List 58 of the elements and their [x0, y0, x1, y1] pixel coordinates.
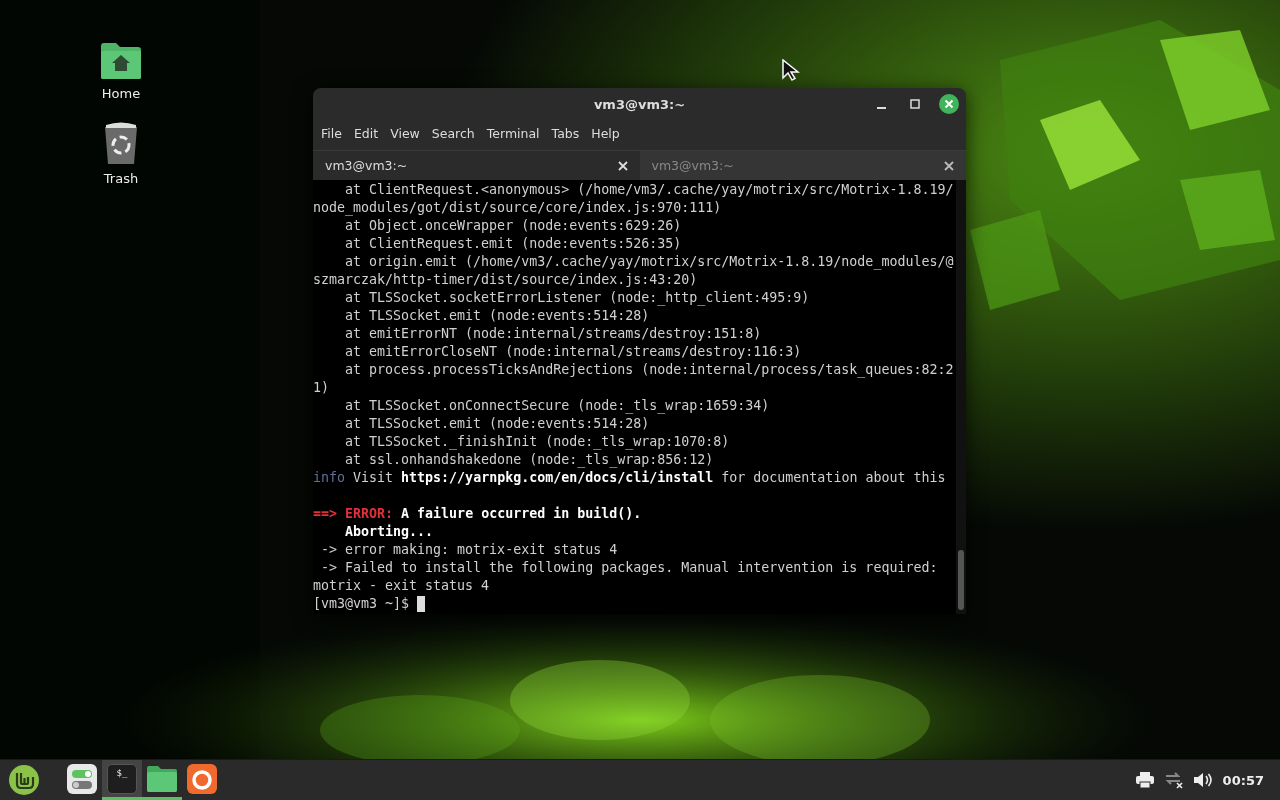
printer-icon[interactable] [1135, 772, 1154, 788]
terminal-line: at emitErrorCloseNT (node:internal/streams/destroy:116:3) [344, 343, 803, 361]
window-title: vm3@vm3:~ [593, 96, 686, 112]
browser-icon [187, 763, 217, 794]
toggle-switches-icon [67, 763, 97, 794]
terminal-line: at process.processTicksAndRejections (node:internal/process/task_queues:82:2 [344, 361, 955, 379]
terminal-line: at Object.onceWrapper (node:events:629:26) [344, 217, 683, 235]
terminal-tab[interactable]: vm3@vm3:~ [313, 150, 640, 180]
shell-prompt: [vm3@vm3 ~]$ [313, 595, 411, 613]
desktop-icon-label: Trash [103, 171, 139, 186]
logo-icon [8, 764, 40, 796]
terminal-line: 1) [313, 379, 330, 397]
terminal-line: -> error making: motrix-exit status 4 [320, 541, 619, 559]
terminal-line: at TLSSocket.onConnectSecure (node:_tls_wrap:1659:34) [344, 397, 771, 415]
terminal-line: at ClientRequest.emit (node:events:526:35) [344, 235, 683, 253]
tab-label: vm3@vm3:~ [325, 158, 408, 173]
terminal-line: ==> ERROR: A failure occurred in build(). [313, 505, 643, 523]
terminal-line: at ssl.onhandshakedone (node:_tls_wrap:856:12) [344, 451, 715, 469]
scrollbar[interactable] [956, 180, 966, 614]
terminal-line: -> Failed to install the following packages. Manual intervention is required: [320, 559, 939, 577]
close-icon [942, 158, 956, 173]
tab-close-button[interactable] [615, 158, 630, 173]
terminal-line: at TLSSocket.emit (node:events:514:28) [344, 415, 651, 433]
volume-icon[interactable] [1193, 772, 1212, 788]
taskbar-app-button[interactable]: $_ [102, 760, 142, 800]
terminal-tab[interactable]: vm3@vm3:~ [639, 150, 966, 180]
terminal-line: szmarczak/http-timer/dist/source/index.js:43:20) [313, 271, 699, 289]
terminal-line: at emitErrorNT (node:internal/streams/destroy:151:8) [344, 325, 763, 343]
menu-item[interactable]: Edit [347, 123, 385, 143]
terminal-line: at origin.emit (/home/vm3/.cache/yay/motrix/src/Motrix-1.8.19/node_modules/@ [344, 253, 955, 271]
menu-item[interactable]: View [384, 123, 426, 143]
menu-item[interactable]: File [315, 123, 348, 143]
tab-close-button[interactable] [942, 158, 956, 173]
mouse-pointer-icon [782, 59, 800, 81]
terminal-line: at TLSSocket._finishInit (node:_tls_wrap:1070:8) [344, 433, 731, 451]
desktop-icon-label: Home [101, 86, 141, 101]
tab-label: vm3@vm3:~ [651, 158, 734, 173]
terminal-line: at TLSSocket.emit (node:events:514:28) [344, 307, 651, 325]
clock[interactable]: 00:57 [1216, 772, 1274, 788]
home-folder-icon[interactable] [100, 42, 142, 80]
terminal-icon: $_ [107, 763, 137, 794]
menu-item[interactable]: Search [425, 123, 481, 143]
folder-icon [147, 765, 177, 792]
network-disconnected-icon[interactable] [1163, 771, 1184, 789]
close-icon [615, 158, 630, 173]
minimize-icon [876, 106, 886, 109]
menu-item[interactable]: Terminal [480, 123, 546, 143]
menu-item[interactable]: Tabs [545, 123, 586, 143]
text-cursor [417, 596, 426, 612]
terminal-line: at ClientRequest.<anonymous> (/home/vm3/.cache/yay/motrix/src/Motrix-1.8.19/ [344, 181, 955, 199]
menu-item[interactable]: Help [585, 123, 626, 143]
terminal-line: motrix - exit status 4 [313, 577, 491, 595]
maximize-icon [910, 99, 920, 109]
close-button[interactable] [938, 93, 960, 115]
terminal-line: info Visit https://yarnpkg.com/en/docs/cli/install for documentation about this [313, 469, 947, 487]
terminal-line: Aborting... [344, 523, 435, 541]
terminal-line: node_modules/got/dist/source/core/index.js:970:111) [313, 199, 723, 217]
terminal-line: at TLSSocket.socketErrorListener (node:_http_client:495:9) [344, 289, 811, 307]
